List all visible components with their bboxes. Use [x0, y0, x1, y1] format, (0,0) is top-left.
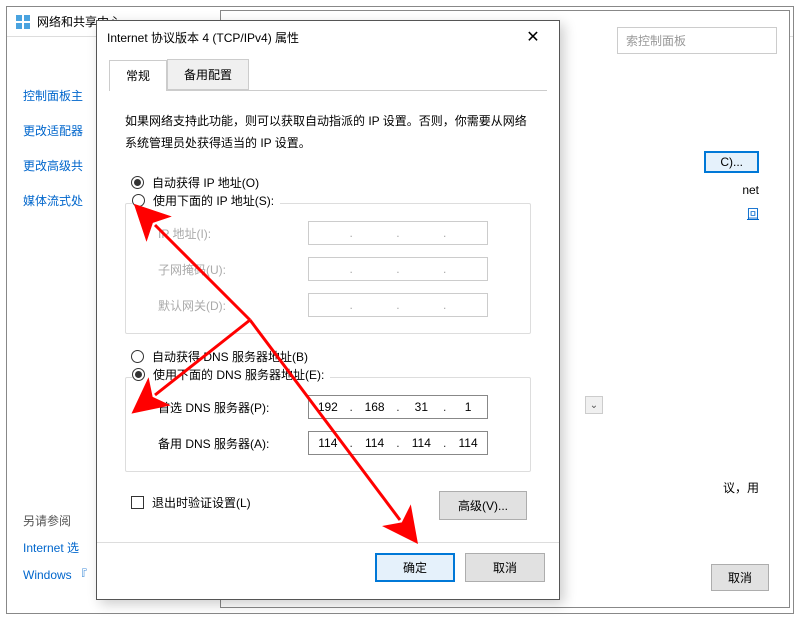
- advanced-button[interactable]: 高级(V)...: [439, 491, 527, 520]
- dns-auto-label: 自动获得 DNS 服务器地址(B): [152, 348, 308, 365]
- network-icon: [15, 14, 31, 30]
- search-box[interactable]: 索控制面板: [617, 27, 777, 54]
- tab-alternate[interactable]: 备用配置: [167, 59, 249, 90]
- mid-cancel-button[interactable]: 取消: [711, 564, 769, 591]
- dns-primary-label: 首选 DNS 服务器(P):: [158, 399, 308, 416]
- ipv4-properties-dialog: Internet 协议版本 4 (TCP/IPv4) 属性 ✕ 常规 备用配置 …: [96, 20, 560, 600]
- ip-auto-label: 自动获得 IP 地址(O): [152, 174, 259, 191]
- ip-auto-radio[interactable]: [131, 176, 144, 189]
- subnet-mask-input: ...: [308, 257, 488, 281]
- dialog-footer: 确定 取消: [97, 542, 559, 596]
- configure-button[interactable]: C)...: [704, 151, 759, 173]
- dns-manual-radio[interactable]: [132, 368, 145, 381]
- validate-label: 退出时验证设置(L): [152, 494, 251, 511]
- ok-button[interactable]: 确定: [375, 553, 455, 582]
- ip-manual-label: 使用下面的 IP 地址(S):: [153, 192, 274, 209]
- see-also-label: 另请参阅: [23, 512, 87, 529]
- dialog-titlebar: Internet 协议版本 4 (TCP/IPv4) 属性 ✕: [97, 21, 559, 53]
- dns-alt-input[interactable]: 114. 114. 114. 114: [308, 431, 488, 455]
- ip-address-label: IP 地址(I):: [158, 225, 308, 242]
- dns-alt-label: 备用 DNS 服务器(A):: [158, 435, 308, 452]
- subnet-mask-label: 子网掩码(U):: [158, 261, 308, 278]
- gateway-input: ...: [308, 293, 488, 317]
- dialog-close-button[interactable]: ✕: [517, 21, 549, 53]
- help-text: 如果网络支持此功能，则可以获取自动指派的 IP 设置。否则，你需要从网络系统管理…: [125, 111, 531, 154]
- ip-address-input: ...: [308, 221, 488, 245]
- dns-manual-label: 使用下面的 DNS 服务器地址(E):: [153, 366, 324, 383]
- protocol-text: 议，用: [723, 479, 759, 496]
- internet-options-link[interactable]: Internet 选: [23, 539, 87, 556]
- dns-primary-input[interactable]: 192. 168. 31. 1: [308, 395, 488, 419]
- tab-general[interactable]: 常规: [109, 60, 167, 91]
- bg-bottom-links: 另请参阅 Internet 选 Windows 『: [23, 512, 87, 593]
- scroll-down-button[interactable]: ⌄: [585, 396, 603, 414]
- tabs: 常规 备用配置: [109, 59, 547, 91]
- validate-checkbox[interactable]: [131, 496, 144, 509]
- dns-auto-radio[interactable]: [131, 350, 144, 363]
- gateway-label: 默认网关(D):: [158, 297, 308, 314]
- dialog-title: Internet 协议版本 4 (TCP/IPv4) 属性: [107, 29, 517, 46]
- net-label: net: [704, 183, 759, 197]
- cancel-button[interactable]: 取消: [465, 553, 545, 582]
- ip-manual-radio[interactable]: [132, 194, 145, 207]
- net-link[interactable]: 回: [747, 207, 759, 221]
- windows-link[interactable]: Windows 『: [23, 566, 87, 583]
